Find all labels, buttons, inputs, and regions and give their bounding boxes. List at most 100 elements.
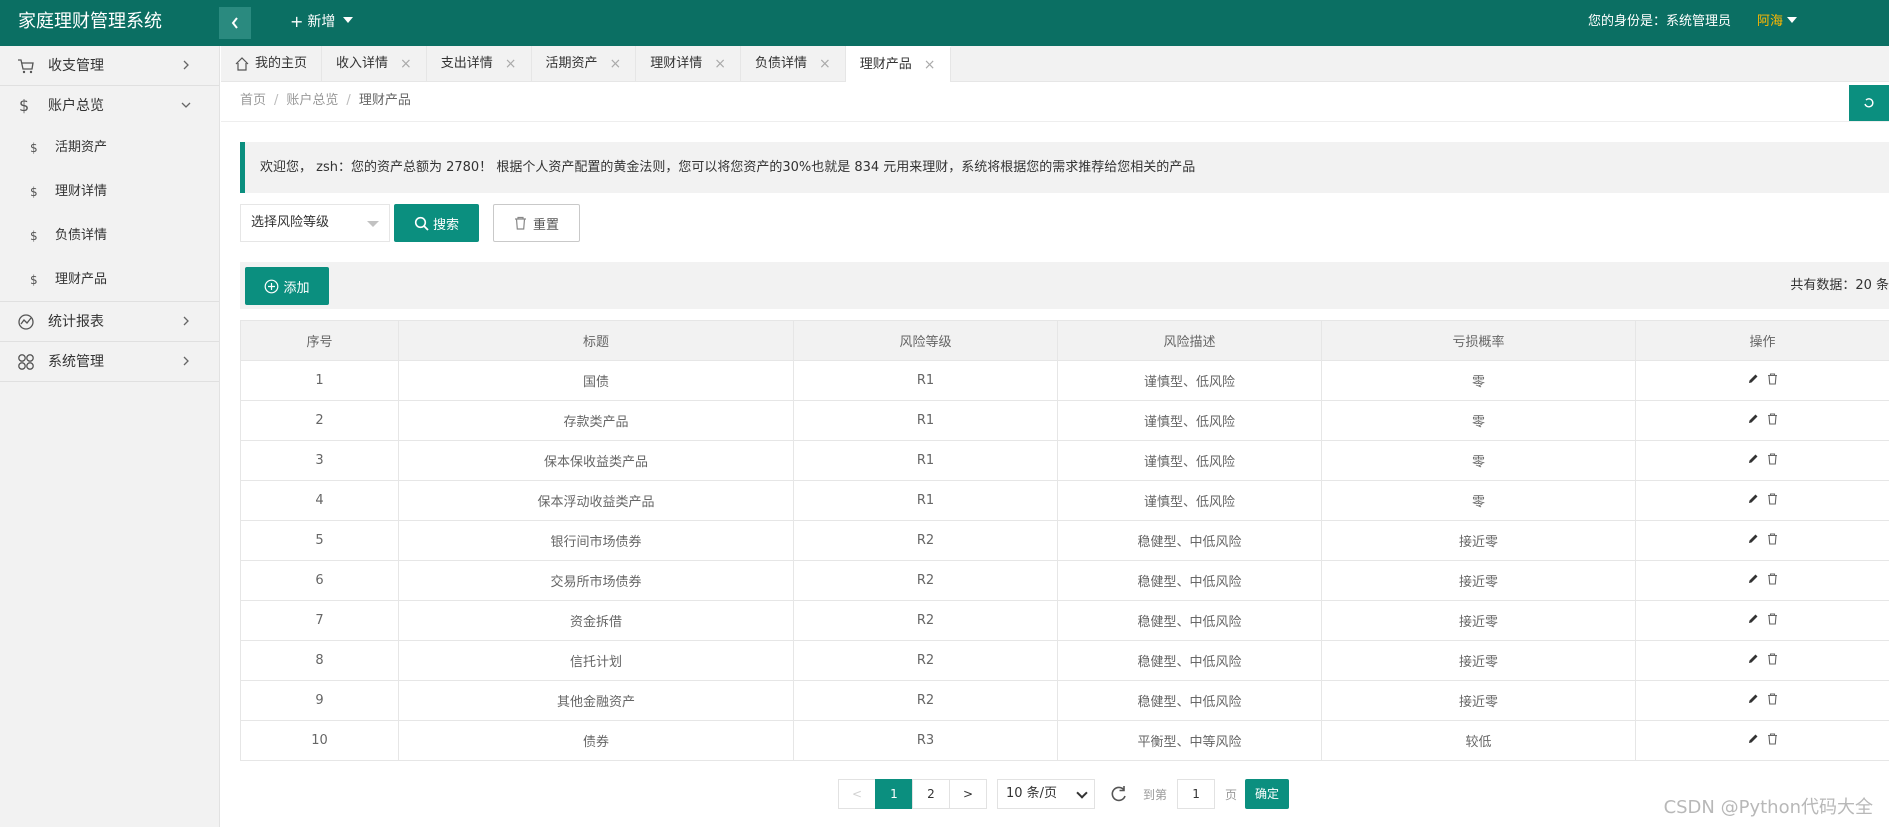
goto-confirm-button[interactable]: 确定 xyxy=(1245,779,1290,809)
caret-down-icon xyxy=(1787,17,1797,23)
delete-icon[interactable] xyxy=(1767,653,1778,665)
search-button-label: 搜索 xyxy=(432,217,459,233)
risk-level-select[interactable]: 选择风险等级 xyxy=(240,204,390,242)
edit-icon[interactable] xyxy=(1748,533,1759,544)
table-cell: R2 xyxy=(793,640,1058,681)
tab-bar: 我的主页 收入详情 × 支出详情 × 活期资产 × 理财详情 × 负债详情 × … xyxy=(221,46,1889,82)
table-row: 10 债券 R3 平衡型、中等风险 较低 xyxy=(240,720,1889,761)
close-icon[interactable]: × xyxy=(714,46,726,82)
delete-icon[interactable] xyxy=(1767,693,1778,705)
sidebar-subitem-label: 活期资产 xyxy=(55,140,108,155)
app-title: 家庭理财管理系统 xyxy=(18,11,162,32)
tab-finance-details[interactable]: 理财详情 × xyxy=(636,46,742,82)
edit-icon[interactable] xyxy=(1748,573,1759,584)
table-cell: 平衡型、中等风险 xyxy=(1057,720,1322,761)
table-cell: R3 xyxy=(793,720,1058,761)
edit-icon[interactable] xyxy=(1748,413,1759,424)
refresh-icon[interactable] xyxy=(1109,784,1129,804)
search-button[interactable]: 搜索 xyxy=(394,204,479,242)
edit-icon[interactable] xyxy=(1748,493,1759,504)
page-size-select[interactable]: 10 条/页 xyxy=(997,779,1095,809)
tab-income-details[interactable]: 收入详情 × xyxy=(322,46,427,82)
table-cell: 零 xyxy=(1321,400,1636,441)
actions-cell xyxy=(1635,560,1889,601)
table-cell: 零 xyxy=(1321,440,1636,481)
column-header: 风险描述 xyxy=(1057,320,1322,361)
table-row: 2 存款类产品 R1 谨慎型、低风险零 xyxy=(240,400,1889,441)
new-menu-label: 新增 xyxy=(307,14,336,30)
close-icon[interactable]: × xyxy=(505,46,517,82)
tab-label: 活期资产 xyxy=(545,56,598,71)
sidebar-subitem-current-assets[interactable]: $ 活期资产 xyxy=(0,126,219,170)
chart-icon xyxy=(18,314,34,330)
sidebar-subitem-debt-details[interactable]: $ 负债详情 xyxy=(0,214,219,258)
table-cell: R2 xyxy=(793,560,1058,601)
refresh-icon xyxy=(1864,98,1874,108)
edit-icon[interactable] xyxy=(1748,653,1759,664)
delete-icon[interactable] xyxy=(1767,373,1778,385)
edit-icon[interactable] xyxy=(1748,373,1759,384)
table-cell: 稳健型、中低风险 xyxy=(1057,520,1322,561)
delete-icon[interactable] xyxy=(1767,453,1778,465)
sidebar-subitem-finance-products[interactable]: $ 理财产品 xyxy=(0,258,219,302)
close-icon[interactable]: × xyxy=(400,46,412,82)
breadcrumb-bar: 首页 / 账户总览 / 理财产品 xyxy=(221,83,1889,122)
edit-icon[interactable] xyxy=(1748,733,1759,744)
breadcrumb-separator: / xyxy=(346,93,351,108)
table-cell: 稳健型、中低风险 xyxy=(1057,560,1322,601)
sidebar-item-income-expense[interactable]: 收支管理 xyxy=(0,46,219,86)
breadcrumb-home[interactable]: 首页 xyxy=(240,93,266,108)
table-cell: R2 xyxy=(793,520,1058,561)
table-cell: R2 xyxy=(793,600,1058,641)
edit-icon[interactable] xyxy=(1748,693,1759,704)
table-cell: 谨慎型、低风险 xyxy=(1057,440,1322,481)
new-menu[interactable]: + 新增 xyxy=(290,0,354,44)
delete-icon[interactable] xyxy=(1767,413,1778,425)
plus-icon: + xyxy=(290,12,304,31)
table-cell: 接近零 xyxy=(1321,600,1636,641)
delete-icon[interactable] xyxy=(1767,733,1778,745)
delete-icon[interactable] xyxy=(1767,493,1778,505)
table-cell: 其他金融资产 xyxy=(398,680,794,721)
identity-text: 您的身份是：系统管理员 xyxy=(1587,14,1731,29)
close-icon[interactable]: × xyxy=(610,46,622,82)
page-1-button[interactable]: 1 xyxy=(875,779,913,809)
table-cell: R1 xyxy=(793,440,1058,481)
chevron-right-icon xyxy=(183,316,189,326)
next-page-button[interactable]: > xyxy=(949,779,987,809)
tab-finance-products[interactable]: 理财产品 × xyxy=(845,46,951,83)
column-header: 亏损概率 xyxy=(1321,320,1636,361)
tab-current-assets[interactable]: 活期资产 × xyxy=(532,46,637,82)
watermark: CSDN @Python代码大全 xyxy=(1663,797,1873,818)
delete-icon[interactable] xyxy=(1767,613,1778,625)
delete-icon[interactable] xyxy=(1767,533,1778,545)
caret-down-icon xyxy=(343,17,354,23)
add-button[interactable]: 添加 xyxy=(245,267,329,305)
tab-debt-details[interactable]: 负债详情 × xyxy=(741,46,846,82)
sidebar-item-account-overview[interactable]: $ 账户总览 xyxy=(0,86,219,126)
sidebar-item-statistics[interactable]: 统计报表 xyxy=(0,302,219,342)
sidebar-subitem-finance-details[interactable]: $ 理财详情 xyxy=(0,170,219,214)
dollar-icon: $ xyxy=(30,229,38,243)
page-refresh-button[interactable] xyxy=(1849,85,1889,121)
edit-icon[interactable] xyxy=(1748,613,1759,624)
sidebar-subitem-label: 负债详情 xyxy=(55,228,108,243)
prev-page-button[interactable]: < xyxy=(838,779,876,809)
user-menu[interactable]: 阿海 xyxy=(1757,0,1797,44)
breadcrumb-level2[interactable]: 账户总览 xyxy=(286,93,338,108)
goto-page-input[interactable]: 1 xyxy=(1177,779,1216,809)
delete-icon[interactable] xyxy=(1767,573,1778,585)
edit-icon[interactable] xyxy=(1748,453,1759,464)
sidebar-item-system[interactable]: 系统管理 xyxy=(0,342,219,382)
tab-expense-details[interactable]: 支出详情 × xyxy=(427,46,532,82)
home-icon xyxy=(235,57,249,71)
table-cell: 接近零 xyxy=(1321,680,1636,721)
close-icon[interactable]: × xyxy=(819,46,831,82)
tab-home[interactable]: 我的主页 xyxy=(221,46,323,82)
sidebar-item-label: 账户总览 xyxy=(48,98,104,114)
page-2-button[interactable]: 2 xyxy=(912,779,950,809)
table-cell: 2 xyxy=(240,400,399,441)
reset-button[interactable]: 重置 xyxy=(493,204,580,242)
sidebar-collapse-button[interactable] xyxy=(219,7,251,39)
close-icon[interactable]: × xyxy=(924,47,936,83)
